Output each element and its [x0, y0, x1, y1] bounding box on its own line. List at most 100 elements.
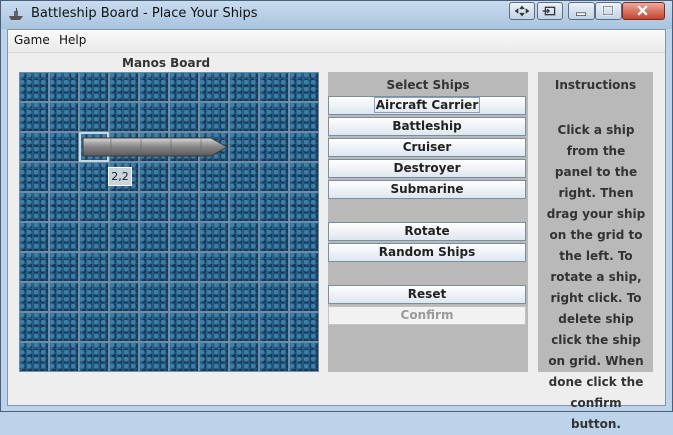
menu-help[interactable]: Help — [59, 33, 86, 47]
close-button[interactable] — [622, 2, 665, 20]
grid-cell[interactable] — [169, 282, 199, 312]
grid-cell[interactable] — [259, 132, 289, 162]
grid-cell[interactable] — [289, 282, 319, 312]
grid-cell[interactable] — [19, 342, 49, 372]
grid-cell[interactable] — [49, 132, 79, 162]
grid-cell[interactable] — [139, 162, 169, 192]
grid-cell[interactable] — [19, 312, 49, 342]
grid-cell[interactable] — [19, 102, 49, 132]
grid-cell[interactable] — [139, 342, 169, 372]
grid-cell[interactable] — [49, 222, 79, 252]
grid-cell[interactable] — [229, 282, 259, 312]
grid-cell[interactable] — [229, 252, 259, 282]
grid-cell[interactable] — [49, 102, 79, 132]
battleship-button[interactable]: Battleship — [328, 117, 526, 136]
grid-cell[interactable] — [19, 72, 49, 102]
grid-cell[interactable] — [289, 252, 319, 282]
grid-cell[interactable] — [289, 192, 319, 222]
grid-cell[interactable] — [49, 342, 79, 372]
grid-cell[interactable] — [289, 132, 319, 162]
grid-cell[interactable] — [79, 102, 109, 132]
grid-cell[interactable] — [199, 252, 229, 282]
minimize-button[interactable] — [568, 2, 595, 20]
grid-cell[interactable] — [79, 222, 109, 252]
grid-cell[interactable] — [229, 102, 259, 132]
grid-cell[interactable] — [259, 312, 289, 342]
grid-cell[interactable] — [229, 72, 259, 102]
grid-cell[interactable] — [109, 72, 139, 102]
grid-cell[interactable] — [139, 252, 169, 282]
reset-button[interactable]: Reset — [328, 285, 526, 304]
window-menu-button[interactable] — [509, 2, 535, 20]
grid-cell[interactable] — [289, 312, 319, 342]
grid-cell[interactable] — [289, 342, 319, 372]
grid-cell[interactable] — [229, 162, 259, 192]
grid-cell[interactable] — [19, 132, 49, 162]
rotate-button[interactable]: Rotate — [328, 222, 526, 241]
grid-cell[interactable] — [259, 252, 289, 282]
grid-cell[interactable] — [229, 132, 259, 162]
grid-cell[interactable] — [109, 282, 139, 312]
grid-cell[interactable] — [79, 252, 109, 282]
grid-cell[interactable] — [49, 162, 79, 192]
submarine-button[interactable]: Submarine — [328, 180, 526, 199]
grid-cell[interactable] — [259, 102, 289, 132]
grid-cell[interactable] — [19, 162, 49, 192]
grid-cell[interactable] — [169, 222, 199, 252]
destroyer-button[interactable]: Destroyer — [328, 159, 526, 178]
grid-cell[interactable] — [199, 72, 229, 102]
grid-cell[interactable] — [79, 282, 109, 312]
grid-cell[interactable] — [19, 282, 49, 312]
grid-cell[interactable] — [289, 72, 319, 102]
grid-cell[interactable] — [139, 72, 169, 102]
grid-cell[interactable] — [199, 222, 229, 252]
grid-cell[interactable] — [49, 252, 79, 282]
maximize-button[interactable] — [595, 2, 622, 20]
grid-cell[interactable] — [289, 102, 319, 132]
grid-cell[interactable] — [229, 192, 259, 222]
grid-cell[interactable] — [109, 222, 139, 252]
grid-cell[interactable] — [259, 72, 289, 102]
grid-cell[interactable] — [199, 192, 229, 222]
grid-cell[interactable] — [199, 342, 229, 372]
grid-cell[interactable] — [79, 72, 109, 102]
title-bar[interactable]: Battleship Board - Place Your Ships — [1, 1, 672, 28]
grid-cell[interactable] — [199, 162, 229, 192]
restore-to-tray-button[interactable] — [537, 2, 563, 20]
grid-cell[interactable] — [199, 102, 229, 132]
grid-cell[interactable] — [19, 222, 49, 252]
grid-cell[interactable] — [169, 72, 199, 102]
grid-cell[interactable] — [49, 282, 79, 312]
grid-cell[interactable] — [199, 312, 229, 342]
grid-cell[interactable] — [169, 312, 199, 342]
grid-cell[interactable] — [79, 342, 109, 372]
grid-cell[interactable] — [169, 192, 199, 222]
grid-cell[interactable] — [49, 72, 79, 102]
grid-cell[interactable] — [289, 222, 319, 252]
aircraft-carrier-button[interactable]: Aircraft Carrier — [328, 96, 526, 115]
grid-cell[interactable] — [199, 282, 229, 312]
grid-cell[interactable] — [259, 192, 289, 222]
grid-cell[interactable] — [79, 162, 109, 192]
grid-cell[interactable] — [229, 312, 259, 342]
grid-cell[interactable] — [259, 162, 289, 192]
grid-cell[interactable] — [109, 312, 139, 342]
grid-cell[interactable] — [259, 342, 289, 372]
grid-cell[interactable] — [259, 282, 289, 312]
grid-cell[interactable] — [169, 102, 199, 132]
grid-cell[interactable] — [109, 252, 139, 282]
grid-cell[interactable] — [169, 342, 199, 372]
cruiser-button[interactable]: Cruiser — [328, 138, 526, 157]
grid-cell[interactable] — [169, 162, 199, 192]
random-ships-button[interactable]: Random Ships — [328, 243, 526, 262]
grid-cell[interactable] — [79, 192, 109, 222]
grid-cell[interactable] — [49, 192, 79, 222]
grid-cell[interactable] — [19, 252, 49, 282]
grid-cell[interactable] — [109, 102, 139, 132]
grid-cell[interactable] — [19, 192, 49, 222]
grid-cell[interactable] — [169, 252, 199, 282]
grid-cell[interactable] — [259, 222, 289, 252]
grid-cell[interactable] — [229, 342, 259, 372]
grid-cell[interactable] — [139, 192, 169, 222]
board-grid[interactable] — [19, 72, 319, 372]
